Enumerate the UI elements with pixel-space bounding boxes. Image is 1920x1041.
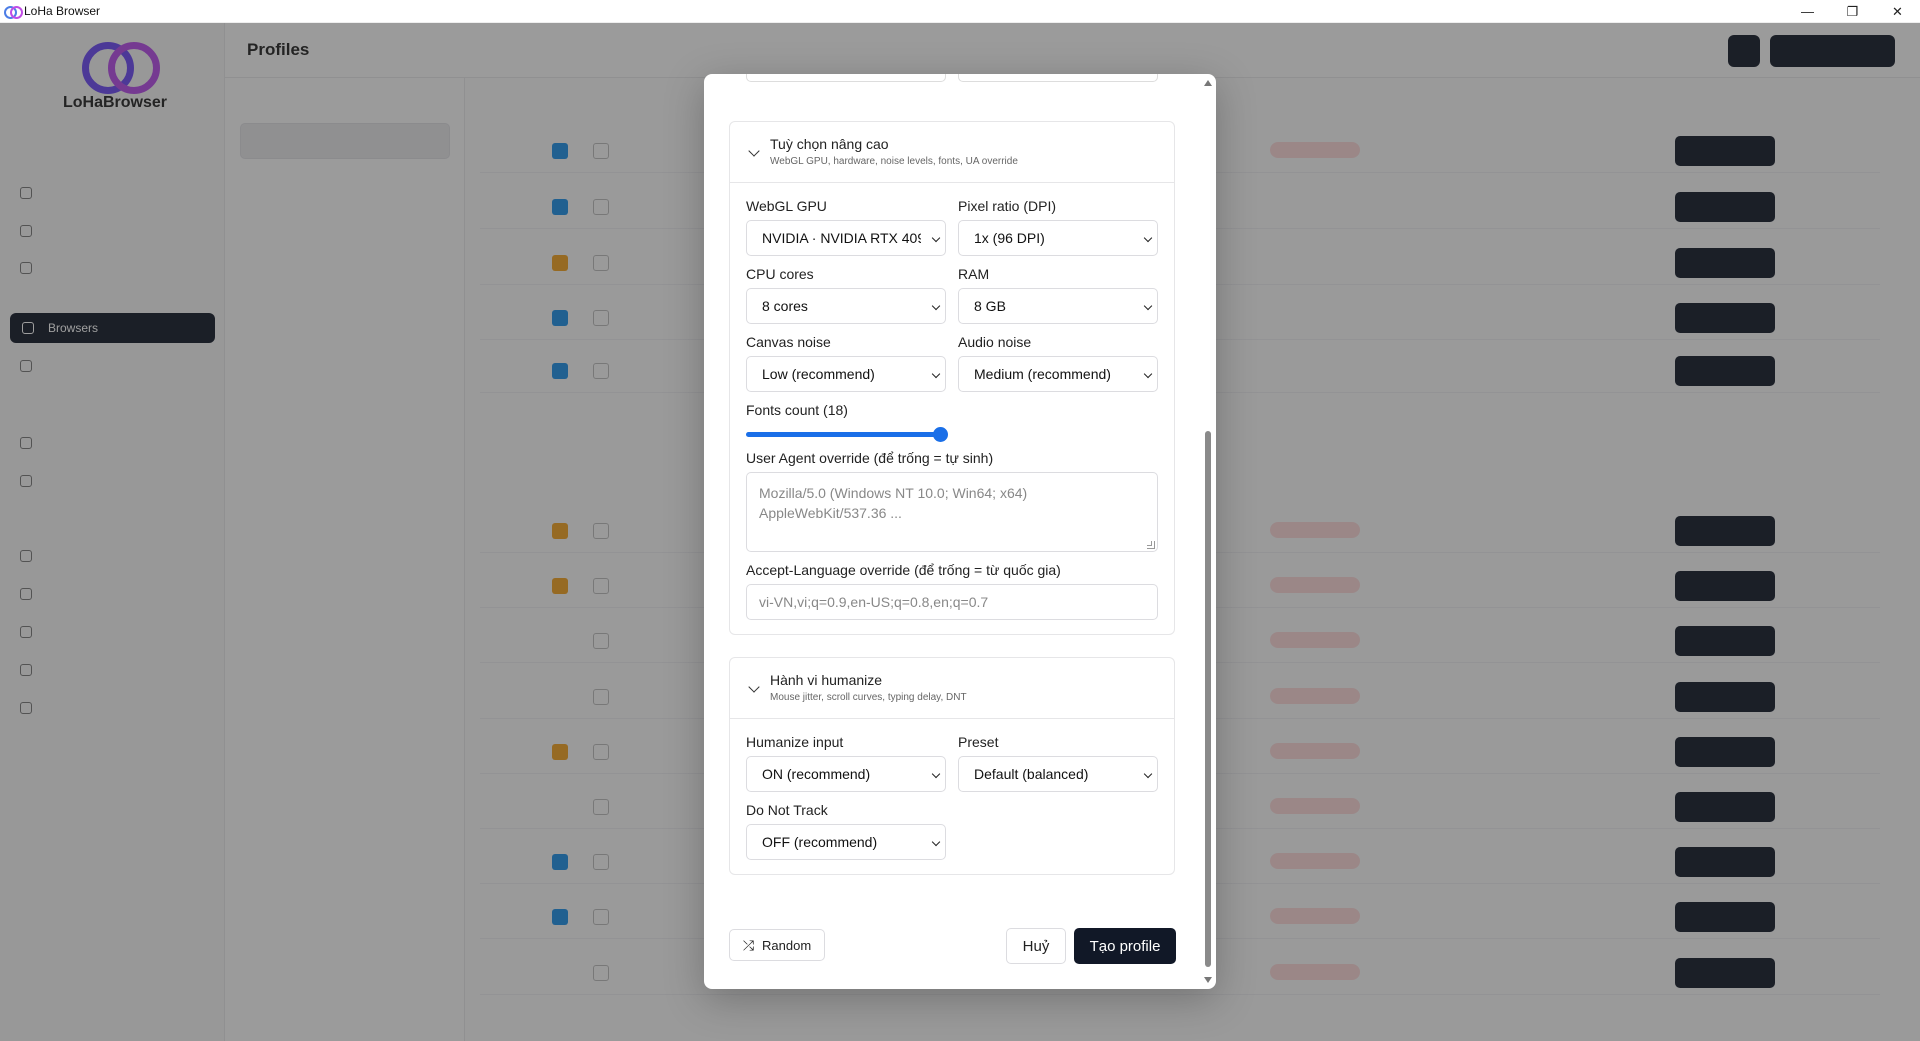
select-value: NVIDIA · NVIDIA RTX 4090 [762, 230, 921, 246]
close-button[interactable]: ✕ [1875, 0, 1920, 23]
chevron-down-icon [1143, 233, 1153, 243]
accept-language-label: Accept-Language override (để trống = từ … [746, 562, 1061, 578]
resize-handle-icon[interactable] [1147, 541, 1155, 549]
do-not-track-select[interactable]: OFF (recommend) [746, 824, 946, 860]
window-title: LoHa Browser [24, 4, 101, 18]
select-value: Low (recommend) [762, 366, 875, 382]
user-agent-textarea[interactable]: Mozilla/5.0 (Windows NT 10.0; Win64; x64… [746, 472, 1158, 552]
section-title: Tuỳ chọn nâng cao [770, 136, 889, 152]
chevron-down-icon [1143, 769, 1153, 779]
select-value: 8 cores [762, 298, 808, 314]
maximize-button[interactable]: ❐ [1830, 0, 1875, 23]
chevron-down-icon [931, 301, 941, 311]
input-placeholder: vi-VN,vi;q=0.9,en-US;q=0.8,en;q=0.7 [759, 594, 989, 610]
previous-field[interactable] [746, 74, 946, 82]
app-logo-icon [4, 6, 23, 19]
random-button-label: Random [762, 937, 812, 953]
cancel-button[interactable]: Huỷ [1006, 928, 1066, 964]
select-value: 1x (96 DPI) [974, 230, 1045, 246]
scrollbar-thumb[interactable] [1205, 431, 1211, 967]
webgl-gpu-label: WebGL GPU [746, 198, 827, 214]
scroll-up-icon[interactable] [1204, 80, 1212, 86]
ram-label: RAM [958, 266, 990, 282]
pixel-ratio-select[interactable]: 1x (96 DPI) [958, 220, 1158, 256]
advanced-options-header[interactable]: Tuỳ chọn nâng cao WebGL GPU, hardware, n… [730, 122, 1174, 183]
window-titlebar: LoHa Browser — ❐ ✕ [0, 0, 1920, 23]
ram-select[interactable]: 8 GB [958, 288, 1158, 324]
window-controls: — ❐ ✕ [1785, 0, 1920, 23]
audio-noise-select[interactable]: Medium (recommend) [958, 356, 1158, 392]
modal-scrollbar[interactable] [1200, 74, 1216, 989]
chevron-down-icon [931, 233, 941, 243]
fonts-count-slider-handle[interactable] [933, 427, 948, 442]
chevron-down-icon [1143, 369, 1153, 379]
create-profile-dialog: Tuỳ chọn nâng cao WebGL GPU, hardware, n… [704, 74, 1216, 989]
select-value: ON (recommend) [762, 766, 871, 782]
preset-select[interactable]: Default (balanced) [958, 756, 1158, 792]
humanize-header[interactable]: Hành vi humanize Mouse jitter, scroll cu… [730, 658, 1174, 719]
cpu-cores-label: CPU cores [746, 266, 814, 282]
textarea-placeholder: Mozilla/5.0 (Windows NT 10.0; Win64; x64… [759, 485, 1028, 521]
section-title: Hành vi humanize [770, 672, 883, 688]
select-value: OFF (recommend) [762, 834, 878, 850]
preset-label: Preset [958, 734, 999, 750]
canvas-noise-label: Canvas noise [746, 334, 831, 350]
select-value: Medium (recommend) [974, 366, 1111, 382]
user-agent-label: User Agent override (để trống = tự sinh) [746, 450, 994, 466]
pixel-ratio-label: Pixel ratio (DPI) [958, 198, 1057, 214]
webgl-gpu-select[interactable]: NVIDIA · NVIDIA RTX 4090 [746, 220, 946, 256]
select-value: 8 GB [974, 298, 1006, 314]
scroll-down-icon[interactable] [1204, 977, 1212, 983]
chevron-down-icon [931, 369, 941, 379]
fonts-count-label: Fonts count (18) [746, 402, 848, 418]
fonts-count-slider-track[interactable] [746, 432, 941, 437]
previous-field[interactable] [958, 74, 1158, 82]
minimize-button[interactable]: — [1785, 0, 1830, 23]
select-value: Default (balanced) [974, 766, 1089, 782]
section-subtitle: Mouse jitter, scroll curves, typing dela… [770, 692, 967, 703]
chevron-down-icon [748, 145, 760, 157]
accept-language-input[interactable]: vi-VN,vi;q=0.9,en-US;q=0.8,en;q=0.7 [746, 584, 1158, 620]
chevron-down-icon [931, 837, 941, 847]
humanize-input-label: Humanize input [746, 734, 844, 750]
chevron-down-icon [1143, 301, 1153, 311]
chevron-down-icon [931, 769, 941, 779]
random-button[interactable]: ⤮ Random [729, 929, 825, 961]
chevron-down-icon [748, 681, 760, 693]
do-not-track-label: Do Not Track [746, 802, 828, 818]
humanize-input-select[interactable]: ON (recommend) [746, 756, 946, 792]
canvas-noise-select[interactable]: Low (recommend) [746, 356, 946, 392]
cpu-cores-select[interactable]: 8 cores [746, 288, 946, 324]
section-subtitle: WebGL GPU, hardware, noise levels, fonts… [770, 156, 1018, 167]
shuffle-icon: ⤮ [742, 936, 755, 953]
audio-noise-label: Audio noise [958, 334, 1032, 350]
previous-fields [746, 74, 1164, 82]
create-profile-button[interactable]: Tạo profile [1074, 928, 1176, 964]
